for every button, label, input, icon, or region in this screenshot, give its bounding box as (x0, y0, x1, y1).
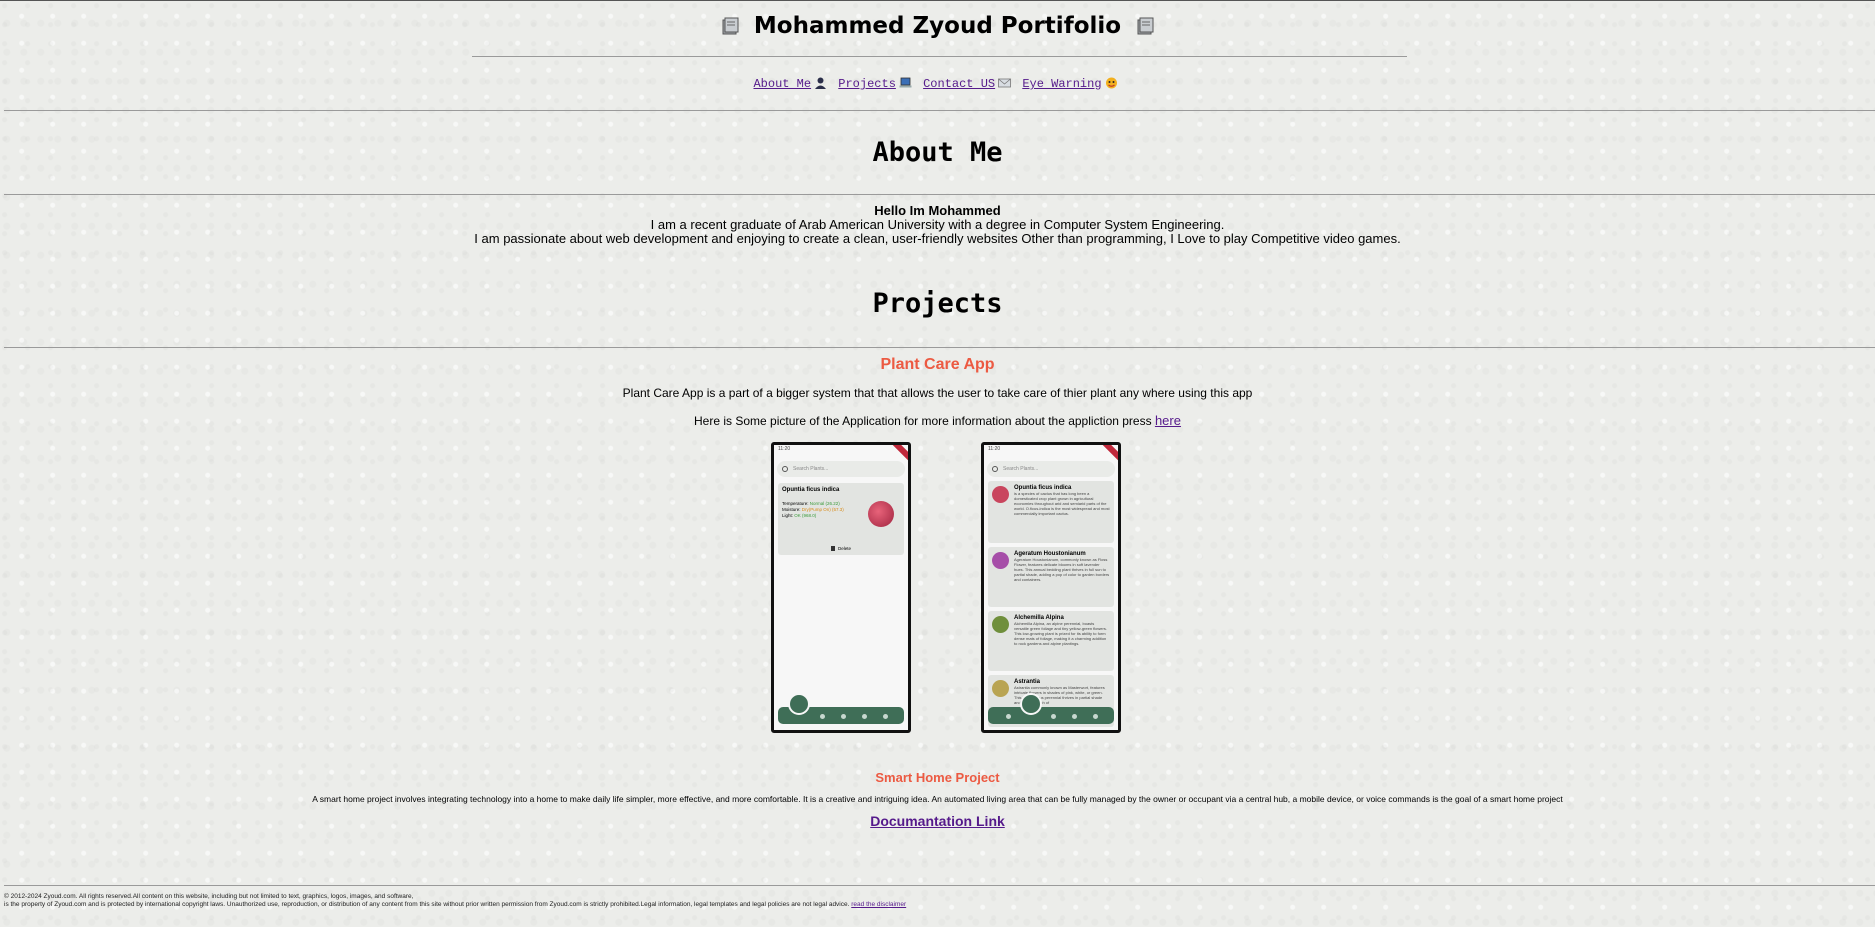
about-line-2: I am passionate about web development an… (474, 231, 1401, 246)
search-bar: Search Plants... (987, 461, 1115, 477)
nav-link-about[interactable]: About Me (753, 77, 811, 91)
search-icon (782, 466, 788, 472)
list-item: Ageratum Houstonianum Ageratum Houstonia… (988, 547, 1114, 607)
moisture-label: Moisture (782, 507, 800, 512)
add-icon (841, 714, 846, 719)
plant-card-title: Opuntia ficus indica (782, 487, 840, 493)
home-icon (1006, 714, 1011, 719)
search-placeholder: Search Plants... (1003, 466, 1039, 472)
nav-link-eye-warning[interactable]: Eye Warning (1022, 77, 1101, 91)
title-divider (472, 56, 1407, 57)
list-icon (1020, 693, 1042, 715)
light-label: Light (782, 513, 792, 518)
about-greeting: Hello Im Mohammed (874, 203, 1001, 218)
plant-photo (868, 501, 894, 527)
site-title-row: Mohammed Zyoud Portifolio (0, 13, 1875, 39)
list-item: Alchemilla Alpina Alchemilla Alpina, an … (988, 611, 1114, 671)
plant-thumbnail (992, 680, 1009, 697)
plant-detail-card: Opuntia ficus indica Temperature: Normal… (778, 483, 904, 555)
disclaimer-link[interactable]: read the disclaimer (851, 901, 906, 908)
search-placeholder: Search Plants... (793, 466, 829, 472)
status-bar: 11:20 (988, 446, 1001, 452)
plant-app-screenshot-2: 11:20 Search Plants... Opuntia ficus ind… (981, 442, 1121, 733)
temperature-label: Temperature (782, 501, 808, 506)
nav-divider (4, 110, 1875, 111)
plant-thumbnail (992, 552, 1009, 569)
smart-home-title: Smart Home Project (875, 770, 1000, 785)
plant-pictures-text: Here is Some picture of the Application … (694, 414, 1152, 428)
search-icon (992, 466, 998, 472)
plant-app-description: Plant Care App is a part of a bigger sys… (622, 386, 1253, 400)
notebook-icon (1135, 16, 1155, 36)
plant-app-pictures-line: Here is Some picture of the Application … (0, 413, 1875, 428)
plant-thumbnail (992, 486, 1009, 503)
face-icon (1105, 77, 1118, 89)
projects-divider (4, 347, 1875, 348)
home-icon (788, 693, 810, 715)
projects-heading: Projects (872, 288, 1003, 319)
plant-app-title: Plant Care App (880, 356, 995, 373)
top-nav: About Me Projects Contact US Eye Warning (0, 77, 1875, 91)
nav-link-projects[interactable]: Projects (838, 77, 896, 91)
nav-icon (862, 714, 867, 719)
about-heading: About Me (872, 137, 1003, 168)
settings-icon (1093, 714, 1098, 719)
footer: © 2012-2024 Zyoud.com. All rights reserv… (4, 893, 906, 909)
add-icon (1051, 714, 1056, 719)
footer-line-2: is the property of Zyoud.com and is prot… (4, 901, 907, 908)
documentation-link[interactable]: Documantation Link (870, 813, 1005, 829)
person-icon (814, 77, 827, 89)
laptop-icon (899, 77, 912, 89)
delete-button: Delete (778, 546, 904, 551)
moisture-value: Dry(Pump On) (57.3) (801, 507, 844, 512)
nav-icon (1072, 714, 1077, 719)
search-bar: Search Plants... (777, 461, 905, 477)
trash-icon (830, 546, 835, 551)
smart-home-description: A smart home project involves integratin… (312, 794, 1563, 804)
plant-thumbnail (992, 616, 1009, 633)
smart-home-link-row: Documantation Link (0, 813, 1875, 831)
plant-app-screenshot-1: 11:20 Search Plants... Opuntia ficus ind… (771, 442, 911, 733)
status-bar: 11:20 (778, 446, 791, 452)
footer-line-1: © 2012-2024 Zyoud.com. All rights reserv… (4, 893, 414, 900)
light-value: OK (968.0) (794, 513, 817, 518)
nav-link-contact[interactable]: Contact US (923, 77, 995, 91)
list-item: Opuntia ficus indica is a species of cac… (988, 481, 1114, 543)
about-line-1: I am a recent graduate of Arab American … (650, 217, 1225, 232)
settings-icon (883, 714, 888, 719)
about-section: Hello Im Mohammed I am a recent graduate… (0, 204, 1875, 246)
about-divider (4, 194, 1875, 195)
notebook-icon (720, 16, 740, 36)
page-title: Mohammed Zyoud Portifolio (753, 13, 1122, 39)
envelope-icon (998, 77, 1012, 89)
nav-icon (820, 714, 825, 719)
footer-divider (4, 885, 1875, 886)
temperature-value: Normal (26.22) (809, 501, 840, 506)
plant-more-info-link[interactable]: here (1155, 413, 1181, 428)
